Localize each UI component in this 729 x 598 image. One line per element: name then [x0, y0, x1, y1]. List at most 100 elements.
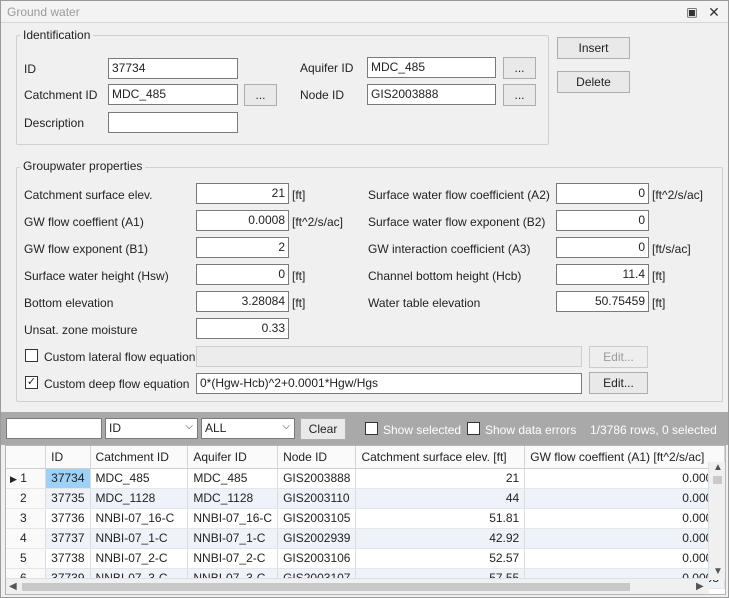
cell-id[interactable]: 37737 [45, 528, 91, 549]
cell-node-id[interactable]: GIS2003110 [277, 488, 357, 509]
cell-aquifer-id[interactable]: NNBI-07_1-C [187, 528, 279, 549]
cell-id[interactable]: 37735 [45, 488, 91, 509]
node-id-label: Node ID [300, 88, 345, 102]
description-field[interactable] [108, 112, 238, 133]
cell-a1[interactable]: 0.0008 [524, 548, 725, 569]
water-table-unit: [ft] [652, 296, 666, 310]
horizontal-scroll-thumb[interactable] [22, 583, 630, 591]
unsat-moisture-label: Unsat. zone moisture [24, 323, 138, 337]
hcb-field[interactable]: 11.4 [556, 264, 649, 285]
cell-id[interactable]: 37738 [45, 548, 91, 569]
scroll-up-icon[interactable]: ▲ [713, 462, 723, 473]
cell-aquifer-id[interactable]: NNBI-07_16-C [187, 508, 279, 529]
cell-a1[interactable]: 0.0008 [524, 468, 725, 489]
a2-field[interactable]: 0 [556, 183, 649, 204]
clear-filter-button[interactable]: Clear [300, 418, 346, 440]
column-header-aquifer-id[interactable]: Aquifer ID [187, 446, 279, 469]
deep-edit-button[interactable]: Edit... [589, 372, 648, 394]
gw-properties-legend: Groupwater properties [20, 159, 146, 173]
cell-node-id[interactable]: GIS2003888 [277, 468, 357, 489]
window-title: Ground water [7, 5, 80, 19]
vertical-scrollbar[interactable]: ▲ ▼ [708, 462, 725, 580]
delete-button[interactable]: Delete [557, 71, 630, 93]
b1-field[interactable]: 2 [196, 237, 289, 258]
a1-field[interactable]: 0.0008 [196, 210, 289, 231]
b2-field[interactable]: 0 [556, 210, 649, 231]
filter-field-select[interactable]: ID ⌵ [105, 418, 198, 439]
a2-unit: [ft^2/s/ac] [652, 188, 703, 202]
cell-catchment-elev[interactable]: 52.57 [355, 548, 526, 569]
catchment-browse-button[interactable]: ... [244, 84, 277, 106]
cell-a1[interactable]: 0.0008 [524, 488, 725, 509]
id-field[interactable]: 37734 [108, 58, 238, 79]
cell-catchment-elev[interactable]: 42.92 [355, 528, 526, 549]
catchment-id-field[interactable]: MDC_485 [108, 84, 238, 105]
water-table-field[interactable]: 50.75459 [556, 291, 649, 312]
bottom-elev-field[interactable]: 3.28084 [196, 291, 289, 312]
aquifer-browse-button[interactable]: ... [503, 57, 536, 79]
cell-node-id[interactable]: GIS2002939 [277, 528, 357, 549]
deep-flow-checkbox[interactable]: ✓ [25, 376, 38, 389]
show-selected-checkbox[interactable] [365, 422, 378, 435]
row-number[interactable]: 5 [6, 548, 47, 569]
catchment-elev-field[interactable]: 21 [196, 183, 289, 204]
row-count-status: 1/3786 rows, 0 selected [590, 423, 717, 437]
filter-scope-select[interactable]: ALL ⌵ [201, 418, 295, 439]
horizontal-scrollbar[interactable]: ◀ ▶ [6, 578, 709, 594]
scroll-down-icon[interactable]: ▼ [713, 566, 723, 577]
groundwater-window: Ground water ▣ ✕ Identification ID 37734… [0, 0, 729, 598]
column-header-catchment-id[interactable]: Catchment ID [90, 446, 189, 469]
table-row[interactable]: 5 37738 NNBI-07_2-C NNBI-07_2-C GIS20031… [6, 548, 725, 569]
row-number[interactable]: ▶ 1 [6, 468, 47, 489]
table-row[interactable]: 4 37737 NNBI-07_1-C NNBI-07_1-C GIS20029… [6, 528, 725, 549]
scroll-left-icon[interactable]: ◀ [9, 581, 17, 592]
cell-a1[interactable]: 0.0008 [524, 508, 725, 529]
groundwater-data-table: ID Catchment ID Aquifer ID Node ID Catch… [6, 446, 725, 589]
cell-catchment-id[interactable]: NNBI-07_16-C [90, 508, 189, 529]
scroll-right-icon[interactable]: ▶ [696, 581, 704, 592]
b2-label: Surface water flow exponent (B2) [368, 215, 546, 229]
maximize-icon[interactable]: ▣ [683, 3, 701, 21]
lateral-flow-checkbox[interactable] [25, 349, 38, 362]
close-icon[interactable]: ✕ [705, 3, 723, 21]
cell-aquifer-id[interactable]: MDC_1128 [187, 488, 279, 509]
aquifer-id-label: Aquifer ID [300, 61, 354, 75]
insert-button[interactable]: Insert [557, 37, 630, 59]
table-row[interactable]: 3 37736 NNBI-07_16-C NNBI-07_16-C GIS200… [6, 508, 725, 529]
column-header-a1[interactable]: GW flow coeffient (A1) [ft^2/s/ac] [524, 446, 725, 469]
cell-a1[interactable]: 0.0004 [524, 528, 725, 549]
unsat-moisture-field[interactable]: 0.33 [196, 318, 289, 339]
node-id-field[interactable]: GIS2003888 [367, 84, 496, 105]
row-number[interactable]: 4 [6, 528, 47, 549]
filter-search-input[interactable] [6, 418, 102, 439]
column-header-node-id[interactable]: Node ID [277, 446, 357, 469]
cell-node-id[interactable]: GIS2003106 [277, 548, 357, 569]
cell-node-id[interactable]: GIS2003105 [277, 508, 357, 529]
vertical-scroll-thumb[interactable] [713, 476, 722, 484]
deep-flow-equation-field[interactable]: 0*(Hgw-Hcb)^2+0.0001*Hgw/Hgs [196, 373, 582, 394]
table-row[interactable]: 2 37735 MDC_1128 MDC_1128 GIS2003110 44 … [6, 488, 725, 509]
cell-catchment-id[interactable]: MDC_485 [90, 468, 189, 489]
groundwater-table[interactable]: ID Catchment ID Aquifer ID Node ID Catch… [5, 445, 726, 595]
cell-aquifer-id[interactable]: NNBI-07_2-C [187, 548, 279, 569]
cell-catchment-elev[interactable]: 44 [355, 488, 526, 509]
node-browse-button[interactable]: ... [503, 84, 536, 106]
row-number[interactable]: 2 [6, 488, 47, 509]
column-header-catchment-elev[interactable]: Catchment surface elev. [ft] [355, 446, 526, 469]
cell-catchment-id[interactable]: NNBI-07_1-C [90, 528, 189, 549]
hsw-field[interactable]: 0 [196, 264, 289, 285]
cell-catchment-elev[interactable]: 51.81 [355, 508, 526, 529]
cell-aquifer-id[interactable]: MDC_485 [187, 468, 279, 489]
cell-id[interactable]: 37736 [45, 508, 91, 529]
a3-field[interactable]: 0 [556, 237, 649, 258]
show-data-errors-checkbox[interactable] [467, 422, 480, 435]
hcb-unit: [ft] [652, 269, 666, 283]
cell-catchment-id[interactable]: MDC_1128 [90, 488, 189, 509]
cell-catchment-elev[interactable]: 21 [355, 468, 526, 489]
cell-catchment-id[interactable]: NNBI-07_2-C [90, 548, 189, 569]
table-row[interactable]: ▶ 1 37734 MDC_485 MDC_485 GIS2003888 21 … [6, 468, 725, 489]
column-header-id[interactable]: ID [45, 446, 91, 469]
row-number[interactable]: 3 [6, 508, 47, 529]
aquifer-id-field[interactable]: MDC_485 [367, 57, 496, 78]
cell-id[interactable]: 37734 [45, 468, 91, 489]
